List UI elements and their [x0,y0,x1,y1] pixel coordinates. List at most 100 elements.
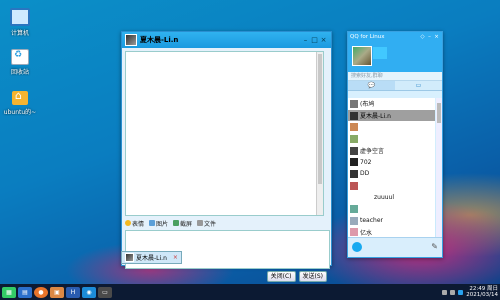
scrollbar-thumb[interactable] [318,54,322,184]
contact-avatar [350,123,358,132]
emoji-button[interactable]: 表情 [125,219,144,228]
contact-avatar [350,158,358,167]
contact-name: 夏木晨-Li.n [360,113,391,121]
scrollbar-thumb[interactable] [437,103,441,123]
qq-tray-icon[interactable] [458,289,464,295]
chat-contact-name: 夏木晨-Li.n [140,36,179,44]
user-avatar[interactable] [352,46,372,66]
contact-avatar[interactable] [125,34,137,46]
status-badge[interactable] [373,47,387,59]
contact-avatar [350,205,358,214]
file-manager-icon[interactable]: ▤ [18,286,32,298]
trash-icon [11,49,29,65]
contact-item[interactable] [348,180,435,192]
send-button[interactable]: 发送(S) [298,271,327,282]
screenshot-label: 截屏 [180,220,193,228]
contact-item[interactable]: DD [348,168,435,180]
qq-title-bar: QQ for Linux ◇ – × [348,32,442,42]
contact-item[interactable]: zuuuul [348,192,435,204]
message-history[interactable] [125,51,324,216]
computer-icon [10,8,30,26]
contact-avatar [350,134,358,143]
contact-avatar [350,169,358,178]
scissors-icon [173,220,180,226]
contact-scrollbar[interactable] [436,98,442,238]
launcher-icon[interactable]: ▦ [2,286,16,298]
minimize-icon[interactable]: – [426,34,433,40]
contact-list: (布鸠 夏木晨-Li.n 虚争空言 702 DD zuuuul teacher … [348,98,435,238]
contact-avatar [350,216,358,225]
desktop-icon-label: 计算机 [10,30,29,37]
network-icon[interactable] [442,289,448,295]
chat-toolbar: 表情 图片 截屏 文件 [125,218,325,228]
contact-item[interactable]: 虚争空言 [348,145,435,157]
contact-item[interactable] [348,203,435,215]
contact-avatar [350,111,358,120]
contact-name: 亿水 [360,229,373,237]
contact-name: zuuuul [374,193,395,201]
desktop-computer-icon[interactable]: 计算机 [2,8,38,37]
software-center-icon[interactable]: ▣ [50,286,64,298]
tab-close-icon[interactable]: × [173,254,178,261]
close-icon[interactable]: × [319,36,328,44]
close-icon[interactable]: × [433,34,440,40]
contact-name: teacher [360,217,383,225]
contact-item[interactable]: teacher [348,215,435,227]
contacts-icon[interactable]: ▭ [395,81,442,90]
settings-icon[interactable]: ✎ [431,242,438,251]
system-tray: 22:49 周日 2021/03/14 [442,284,498,300]
image-button[interactable]: 图片 [149,219,168,228]
image-icon [149,220,156,226]
maximize-icon[interactable]: □ [310,36,319,44]
minimize-icon[interactable]: – [301,36,310,44]
home-folder-icon [12,89,28,105]
shirt-icon[interactable]: ◇ [419,34,426,40]
contact-avatar [350,228,358,237]
qq-tabs: 💬 ▭ [348,81,442,91]
chat-title-bar: 夏木晨-Li.n – □ × [122,32,331,48]
qq-main-panel: QQ for Linux ◇ – × 搜索好友,群聊 💬 ▭ (布鸠 夏木晨-L… [347,31,443,258]
clock-date: 2021/03/14 [466,292,498,298]
chat-bubble-icon[interactable]: 💬 [348,81,395,90]
file-button[interactable]: 文件 [197,219,216,228]
image-label: 图片 [156,220,169,228]
contact-item[interactable] [348,121,435,133]
contact-name: (布鸠 [360,101,375,109]
contact-name: DD [360,170,370,178]
smiley-icon [125,220,131,226]
contact-avatar [350,181,358,190]
desktop-trash-icon[interactable]: 回收站 [2,49,38,76]
desktop-icon-label: ubuntu的~ [3,109,37,116]
terminal-icon[interactable]: ▭ [98,286,112,298]
contact-avatar [350,99,358,108]
qq-title: QQ for Linux [350,34,385,40]
search-input[interactable]: 搜索好友,群聊 [348,72,442,81]
qq-taskbar-icon[interactable]: ◉ [82,286,96,298]
firefox-icon[interactable]: ● [34,286,48,298]
volume-icon[interactable] [450,289,456,295]
tab-avatar [125,253,134,262]
contact-name: 702 [360,158,372,166]
desktop-icon-label: 回收站 [10,69,29,76]
contact-item-selected[interactable]: 夏木晨-Li.n [348,109,435,122]
close-button[interactable]: 关闭(C) [266,271,296,282]
screenshot-button[interactable]: 截屏 [173,219,192,228]
qq-menu-icon[interactable] [352,242,362,252]
chat-window: 夏木晨-Li.n – □ × 表情 图片 截屏 文件 关闭(C) 发送(S) [121,31,332,282]
file-icon [197,220,204,226]
taskbar: ▦ ▤ ● ▣ H ◉ ▭ 22:49 周日 2021/03/14 [0,284,500,300]
profile-header [348,42,442,72]
h-app-icon[interactable]: H [66,286,80,298]
contact-item[interactable]: 702 [348,156,435,168]
qq-bottom-bar: ✎ [348,237,442,257]
contact-avatar [350,193,358,202]
contact-name: 虚争空言 [360,148,385,156]
tab-label: 夏木晨-Li.n [136,255,167,262]
contact-item[interactable] [348,133,435,145]
chat-session-tab[interactable]: 夏木晨-Li.n × [121,251,182,264]
desktop-home-folder-icon[interactable]: ubuntu的~ [2,89,38,116]
clock[interactable]: 22:49 周日 2021/03/14 [466,286,498,298]
contact-avatar [350,146,358,155]
message-scrollbar[interactable] [316,52,323,215]
contact-item[interactable]: (布鸠 [348,98,435,110]
